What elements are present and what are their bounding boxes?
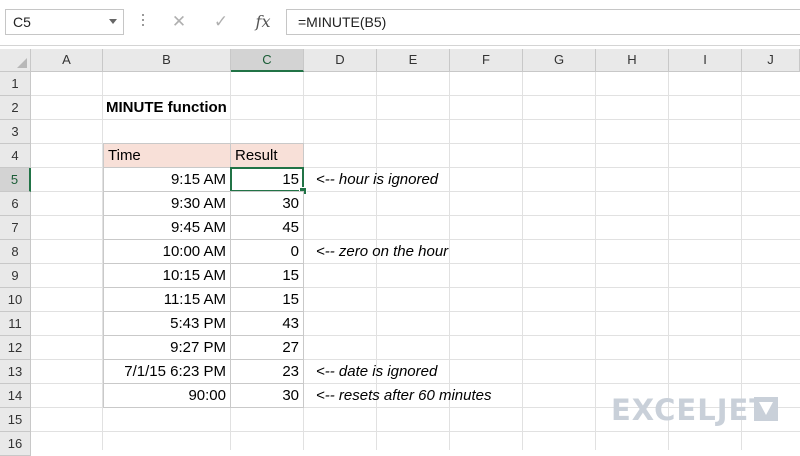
result-cell[interactable]: 15 — [230, 287, 304, 312]
chevron-down-icon[interactable] — [109, 19, 117, 24]
column-header-c[interactable]: C — [231, 49, 304, 72]
gridline — [522, 72, 523, 450]
row-header-15[interactable]: 15 — [0, 408, 31, 432]
column-header-j[interactable]: J — [742, 49, 800, 72]
cancel-icon[interactable]: ✕ — [164, 9, 194, 35]
result-cell[interactable]: 15 — [230, 263, 304, 288]
sheet-title[interactable]: MINUTE function — [106, 96, 227, 120]
result-cell[interactable]: 45 — [230, 215, 304, 240]
column-header-d[interactable]: D — [304, 49, 377, 72]
time-cell[interactable]: 7/1/15 6:23 PM — [103, 359, 231, 384]
formula-text: =MINUTE(B5) — [298, 14, 387, 30]
row-header-8[interactable]: 8 — [0, 240, 31, 264]
insert-function-icon[interactable]: fx — [248, 9, 278, 35]
time-cell[interactable]: 9:30 AM — [103, 191, 231, 216]
time-cell[interactable]: 11:15 AM — [103, 287, 231, 312]
formula-bar: C5 ✕ ✓ fx =MINUTE(B5) — [0, 0, 800, 46]
logo-mark-icon — [754, 397, 778, 421]
row-header-6[interactable]: 6 — [0, 192, 31, 216]
time-cell[interactable]: 10:15 AM — [103, 263, 231, 288]
time-cell[interactable]: 9:27 PM — [103, 335, 231, 360]
row-header-1[interactable]: 1 — [0, 72, 31, 96]
row-header-4[interactable]: 4 — [0, 144, 31, 168]
column-header-g[interactable]: G — [523, 49, 596, 72]
row-header-9[interactable]: 9 — [0, 264, 31, 288]
logo-text: EXCELJET — [611, 393, 771, 427]
row-header-2[interactable]: 2 — [0, 96, 31, 120]
name-box-value: C5 — [13, 14, 31, 30]
header-time[interactable]: Time — [103, 143, 231, 168]
result-cell[interactable]: 43 — [230, 311, 304, 336]
time-cell[interactable]: 9:45 AM — [103, 215, 231, 240]
row-header-7[interactable]: 7 — [0, 216, 31, 240]
time-cell[interactable]: 9:15 AM — [103, 167, 231, 192]
column-header-e[interactable]: E — [377, 49, 450, 72]
header-result[interactable]: Result — [230, 143, 304, 168]
row-header-13[interactable]: 13 — [0, 360, 31, 384]
note-resets-after-60[interactable]: <-- resets after 60 minutes — [316, 384, 492, 408]
note-hour-ignored[interactable]: <-- hour is ignored — [316, 168, 438, 192]
column-header-a[interactable]: A — [31, 49, 103, 72]
result-cell-selected[interactable]: 15 — [230, 167, 304, 192]
formula-input[interactable]: =MINUTE(B5) — [286, 9, 800, 35]
select-all-icon — [17, 58, 27, 68]
name-box[interactable]: C5 — [5, 9, 124, 35]
note-date-ignored[interactable]: <-- date is ignored — [316, 360, 437, 384]
row-header-11[interactable]: 11 — [0, 312, 31, 336]
column-header-i[interactable]: I — [669, 49, 742, 72]
row-header-10[interactable]: 10 — [0, 288, 31, 312]
result-cell[interactable]: 30 — [230, 383, 304, 408]
time-cell[interactable]: 5:43 PM — [103, 311, 231, 336]
gridline — [31, 431, 800, 432]
gridline — [595, 72, 596, 450]
note-zero-on-hour[interactable]: <-- zero on the hour — [316, 240, 448, 264]
row-header-5[interactable]: 5 — [0, 168, 31, 192]
row-header-16[interactable]: 16 — [0, 432, 31, 456]
column-header-h[interactable]: H — [596, 49, 669, 72]
result-cell[interactable]: 23 — [230, 359, 304, 384]
drag-handle-icon[interactable] — [141, 14, 145, 32]
time-cell[interactable]: 10:00 AM — [103, 239, 231, 264]
column-header-f[interactable]: F — [450, 49, 523, 72]
exceljet-logo: EXCELJET — [611, 393, 778, 429]
column-header-b[interactable]: B — [103, 49, 231, 72]
enter-icon[interactable]: ✓ — [206, 9, 236, 35]
result-cell[interactable]: 0 — [230, 239, 304, 264]
row-header-14[interactable]: 14 — [0, 384, 31, 408]
row-header-12[interactable]: 12 — [0, 336, 31, 360]
result-cell[interactable]: 30 — [230, 191, 304, 216]
result-cell[interactable]: 27 — [230, 335, 304, 360]
divider — [0, 45, 800, 46]
time-cell[interactable]: 90:00 — [103, 383, 231, 408]
select-all-button[interactable] — [0, 49, 31, 72]
row-header-3[interactable]: 3 — [0, 120, 31, 144]
